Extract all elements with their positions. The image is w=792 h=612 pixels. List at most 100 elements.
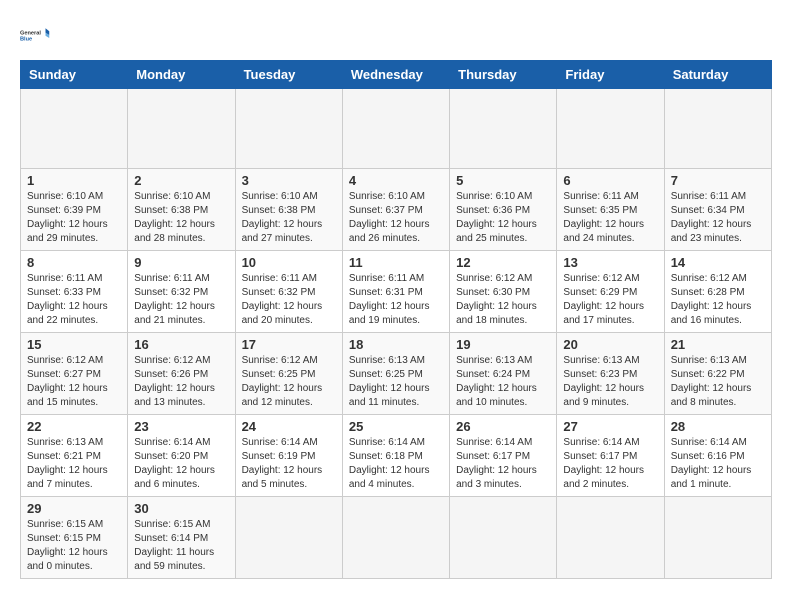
calendar-cell: 28 Sunrise: 6:14 AMSunset: 6:16 PMDaylig…: [664, 415, 771, 497]
logo: General Blue: [20, 20, 50, 50]
day-number: 16: [134, 337, 228, 352]
calendar-cell: 23 Sunrise: 6:14 AMSunset: 6:20 PMDaylig…: [128, 415, 235, 497]
day-number: 13: [563, 255, 657, 270]
day-number: 30: [134, 501, 228, 516]
day-number: 14: [671, 255, 765, 270]
day-number: 10: [242, 255, 336, 270]
day-number: 3: [242, 173, 336, 188]
day-info: Sunrise: 6:12 AMSunset: 6:27 PMDaylight:…: [27, 354, 121, 410]
day-info: Sunrise: 6:13 AMSunset: 6:25 PMDaylight:…: [349, 354, 443, 410]
day-number: 18: [349, 337, 443, 352]
calendar-cell: 7 Sunrise: 6:11 AMSunset: 6:34 PMDayligh…: [664, 169, 771, 251]
day-number: 25: [349, 419, 443, 434]
day-info: Sunrise: 6:10 AMSunset: 6:36 PMDaylight:…: [456, 190, 550, 246]
day-info: Sunrise: 6:12 AMSunset: 6:28 PMDaylight:…: [671, 272, 765, 328]
calendar-cell: 2 Sunrise: 6:10 AMSunset: 6:38 PMDayligh…: [128, 169, 235, 251]
calendar-cell: [235, 89, 342, 169]
calendar-cell: 14 Sunrise: 6:12 AMSunset: 6:28 PMDaylig…: [664, 251, 771, 333]
day-info: Sunrise: 6:15 AMSunset: 6:14 PMDaylight:…: [134, 518, 228, 574]
calendar-cell: 29 Sunrise: 6:15 AMSunset: 6:15 PMDaylig…: [21, 497, 128, 579]
column-header-monday: Monday: [128, 61, 235, 89]
calendar-cell: 20 Sunrise: 6:13 AMSunset: 6:23 PMDaylig…: [557, 333, 664, 415]
calendar-cell: [342, 497, 449, 579]
day-number: 8: [27, 255, 121, 270]
calendar-cell: [557, 89, 664, 169]
column-header-wednesday: Wednesday: [342, 61, 449, 89]
day-number: 12: [456, 255, 550, 270]
page-header: General Blue: [20, 20, 772, 50]
calendar-cell: 3 Sunrise: 6:10 AMSunset: 6:38 PMDayligh…: [235, 169, 342, 251]
day-number: 6: [563, 173, 657, 188]
column-header-sunday: Sunday: [21, 61, 128, 89]
calendar-week-row: 15 Sunrise: 6:12 AMSunset: 6:27 PMDaylig…: [21, 333, 772, 415]
day-info: Sunrise: 6:13 AMSunset: 6:24 PMDaylight:…: [456, 354, 550, 410]
calendar-cell: 9 Sunrise: 6:11 AMSunset: 6:32 PMDayligh…: [128, 251, 235, 333]
day-number: 28: [671, 419, 765, 434]
day-info: Sunrise: 6:12 AMSunset: 6:30 PMDaylight:…: [456, 272, 550, 328]
day-number: 21: [671, 337, 765, 352]
calendar-cell: [128, 89, 235, 169]
day-info: Sunrise: 6:12 AMSunset: 6:26 PMDaylight:…: [134, 354, 228, 410]
day-info: Sunrise: 6:11 AMSunset: 6:34 PMDaylight:…: [671, 190, 765, 246]
calendar-week-row: [21, 89, 772, 169]
day-info: Sunrise: 6:13 AMSunset: 6:22 PMDaylight:…: [671, 354, 765, 410]
day-info: Sunrise: 6:15 AMSunset: 6:15 PMDaylight:…: [27, 518, 121, 574]
calendar-cell: 12 Sunrise: 6:12 AMSunset: 6:30 PMDaylig…: [450, 251, 557, 333]
calendar-cell: 25 Sunrise: 6:14 AMSunset: 6:18 PMDaylig…: [342, 415, 449, 497]
day-info: Sunrise: 6:10 AMSunset: 6:38 PMDaylight:…: [242, 190, 336, 246]
day-number: 24: [242, 419, 336, 434]
day-info: Sunrise: 6:13 AMSunset: 6:21 PMDaylight:…: [27, 436, 121, 492]
day-info: Sunrise: 6:11 AMSunset: 6:33 PMDaylight:…: [27, 272, 121, 328]
calendar-cell: 21 Sunrise: 6:13 AMSunset: 6:22 PMDaylig…: [664, 333, 771, 415]
calendar-cell: 5 Sunrise: 6:10 AMSunset: 6:36 PMDayligh…: [450, 169, 557, 251]
calendar-cell: 24 Sunrise: 6:14 AMSunset: 6:19 PMDaylig…: [235, 415, 342, 497]
calendar-cell: [235, 497, 342, 579]
calendar-cell: 11 Sunrise: 6:11 AMSunset: 6:31 PMDaylig…: [342, 251, 449, 333]
calendar-cell: 30 Sunrise: 6:15 AMSunset: 6:14 PMDaylig…: [128, 497, 235, 579]
calendar-cell: 8 Sunrise: 6:11 AMSunset: 6:33 PMDayligh…: [21, 251, 128, 333]
day-info: Sunrise: 6:10 AMSunset: 6:38 PMDaylight:…: [134, 190, 228, 246]
calendar-cell: [342, 89, 449, 169]
calendar-cell: [557, 497, 664, 579]
calendar-week-row: 8 Sunrise: 6:11 AMSunset: 6:33 PMDayligh…: [21, 251, 772, 333]
day-number: 7: [671, 173, 765, 188]
calendar-week-row: 22 Sunrise: 6:13 AMSunset: 6:21 PMDaylig…: [21, 415, 772, 497]
column-header-tuesday: Tuesday: [235, 61, 342, 89]
day-info: Sunrise: 6:14 AMSunset: 6:16 PMDaylight:…: [671, 436, 765, 492]
day-info: Sunrise: 6:14 AMSunset: 6:17 PMDaylight:…: [456, 436, 550, 492]
calendar-cell: 22 Sunrise: 6:13 AMSunset: 6:21 PMDaylig…: [21, 415, 128, 497]
day-number: 23: [134, 419, 228, 434]
calendar-cell: 17 Sunrise: 6:12 AMSunset: 6:25 PMDaylig…: [235, 333, 342, 415]
calendar-week-row: 29 Sunrise: 6:15 AMSunset: 6:15 PMDaylig…: [21, 497, 772, 579]
day-info: Sunrise: 6:14 AMSunset: 6:17 PMDaylight:…: [563, 436, 657, 492]
column-header-friday: Friday: [557, 61, 664, 89]
calendar-cell: 1 Sunrise: 6:10 AMSunset: 6:39 PMDayligh…: [21, 169, 128, 251]
calendar-cell: [450, 497, 557, 579]
day-info: Sunrise: 6:11 AMSunset: 6:31 PMDaylight:…: [349, 272, 443, 328]
day-number: 22: [27, 419, 121, 434]
day-number: 9: [134, 255, 228, 270]
day-number: 15: [27, 337, 121, 352]
calendar-cell: 16 Sunrise: 6:12 AMSunset: 6:26 PMDaylig…: [128, 333, 235, 415]
day-info: Sunrise: 6:14 AMSunset: 6:20 PMDaylight:…: [134, 436, 228, 492]
day-number: 2: [134, 173, 228, 188]
day-info: Sunrise: 6:14 AMSunset: 6:19 PMDaylight:…: [242, 436, 336, 492]
calendar-cell: 10 Sunrise: 6:11 AMSunset: 6:32 PMDaylig…: [235, 251, 342, 333]
calendar-cell: [21, 89, 128, 169]
calendar-table: SundayMondayTuesdayWednesdayThursdayFrid…: [20, 60, 772, 579]
calendar-cell: [664, 89, 771, 169]
calendar-cell: 15 Sunrise: 6:12 AMSunset: 6:27 PMDaylig…: [21, 333, 128, 415]
day-info: Sunrise: 6:11 AMSunset: 6:32 PMDaylight:…: [134, 272, 228, 328]
calendar-cell: 6 Sunrise: 6:11 AMSunset: 6:35 PMDayligh…: [557, 169, 664, 251]
day-number: 4: [349, 173, 443, 188]
day-info: Sunrise: 6:14 AMSunset: 6:18 PMDaylight:…: [349, 436, 443, 492]
calendar-cell: 26 Sunrise: 6:14 AMSunset: 6:17 PMDaylig…: [450, 415, 557, 497]
day-number: 27: [563, 419, 657, 434]
day-info: Sunrise: 6:10 AMSunset: 6:39 PMDaylight:…: [27, 190, 121, 246]
day-info: Sunrise: 6:12 AMSunset: 6:25 PMDaylight:…: [242, 354, 336, 410]
calendar-cell: 4 Sunrise: 6:10 AMSunset: 6:37 PMDayligh…: [342, 169, 449, 251]
day-info: Sunrise: 6:10 AMSunset: 6:37 PMDaylight:…: [349, 190, 443, 246]
calendar-cell: [664, 497, 771, 579]
calendar-cell: 13 Sunrise: 6:12 AMSunset: 6:29 PMDaylig…: [557, 251, 664, 333]
calendar-week-row: 1 Sunrise: 6:10 AMSunset: 6:39 PMDayligh…: [21, 169, 772, 251]
